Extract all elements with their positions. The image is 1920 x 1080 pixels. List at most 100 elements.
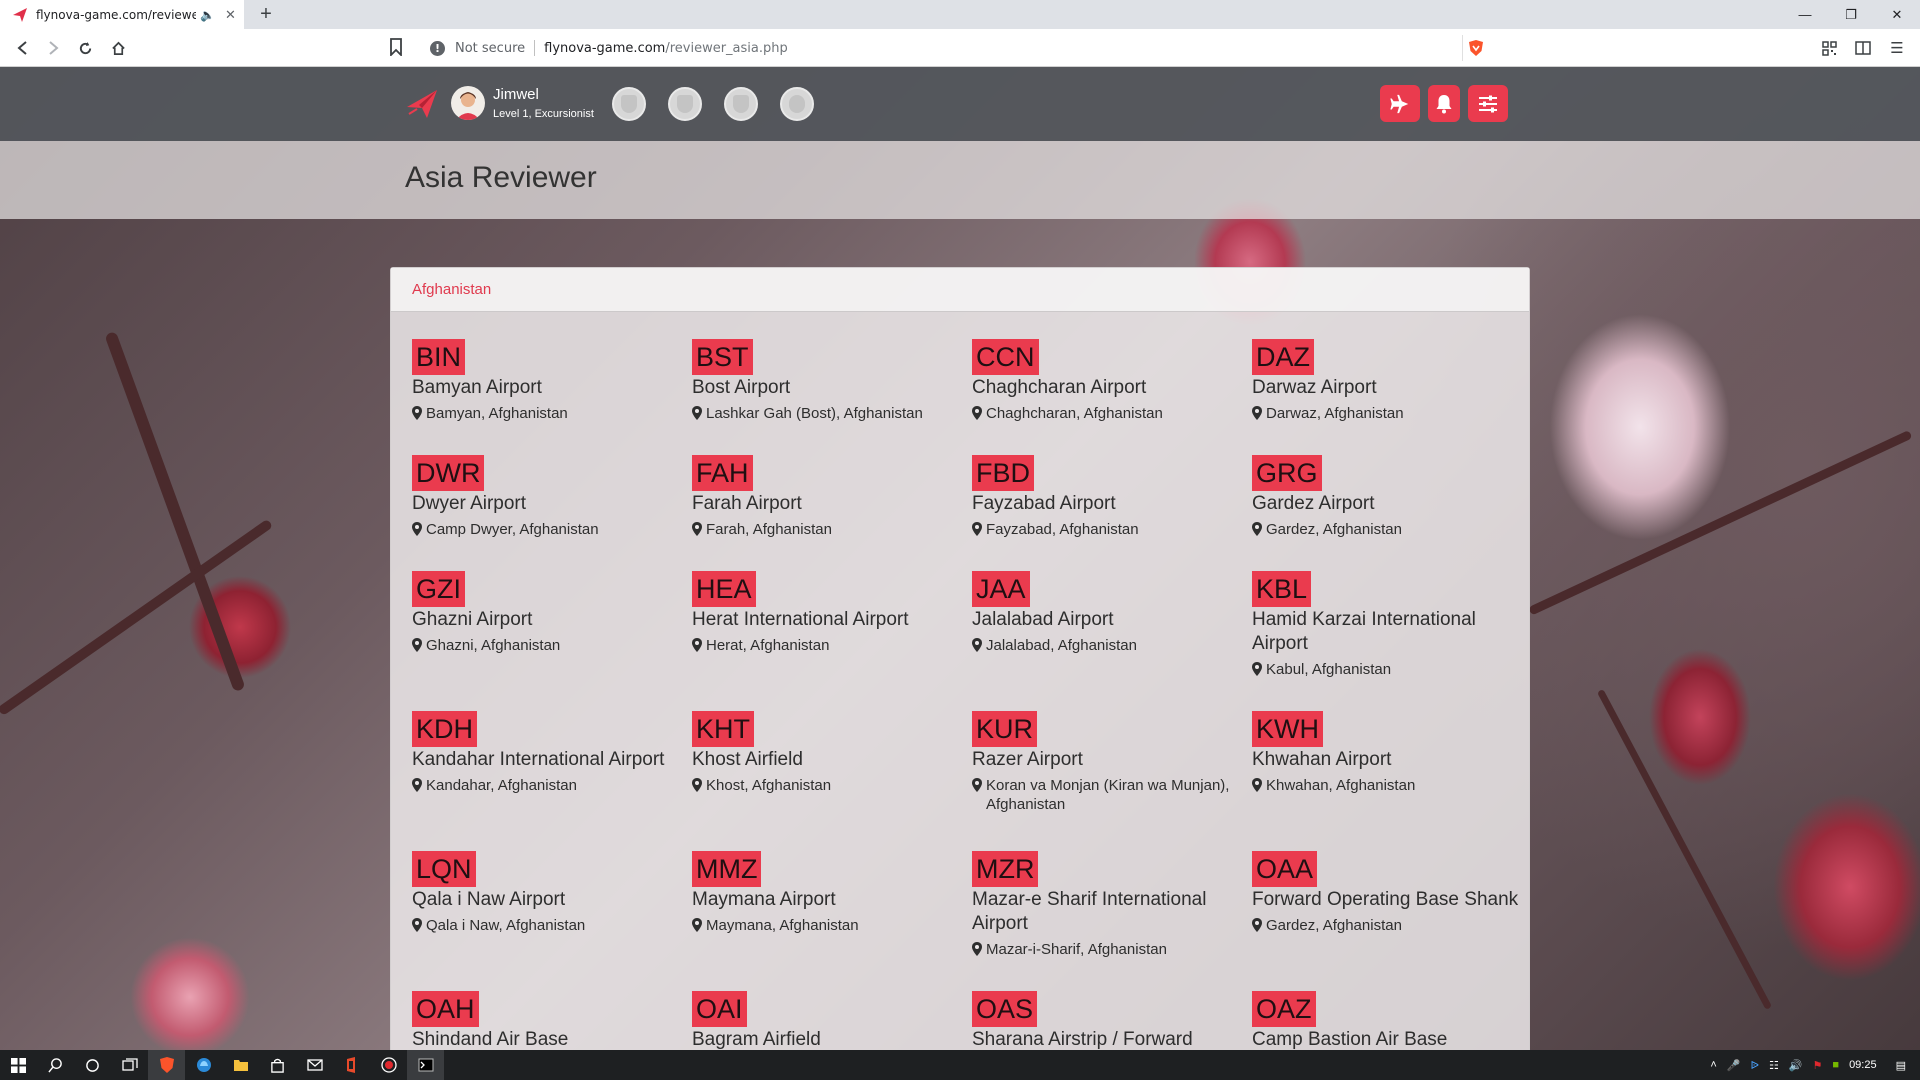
airport-code-badge[interactable]: KBL (1252, 571, 1312, 607)
flynova-logo-icon[interactable] (405, 87, 439, 121)
close-tab-icon[interactable]: ✕ (225, 7, 236, 23)
airport-code-badge[interactable]: DWR (412, 455, 485, 491)
airport-card[interactable]: MMZ Maymana Airport Maymana, Afghanistan (692, 851, 972, 991)
airport-name[interactable]: Khost Airfield (692, 748, 962, 772)
security-icon[interactable]: ⚑ (1813, 1059, 1823, 1072)
airport-code-badge[interactable]: FAH (692, 455, 753, 491)
airport-name[interactable]: Bamyan Airport (412, 376, 682, 400)
airport-code-badge[interactable]: KUR (972, 711, 1038, 747)
airport-code-badge[interactable]: BST (692, 339, 753, 375)
achievement-badge-icon[interactable] (612, 87, 646, 121)
airport-code-badge[interactable]: OAI (692, 991, 747, 1027)
airport-code-badge[interactable]: OAH (412, 991, 479, 1027)
reload-icon[interactable] (74, 37, 96, 59)
airport-name[interactable]: Fayzabad Airport (972, 492, 1242, 516)
airport-code-badge[interactable]: GRG (1252, 455, 1322, 491)
airport-code-badge[interactable]: LQN (412, 851, 476, 887)
airport-name[interactable]: Khwahan Airport (1252, 748, 1522, 772)
airport-card[interactable]: HEA Herat International Airport Herat, Afg… (692, 571, 972, 711)
user-name[interactable]: Jimwel (493, 86, 539, 103)
airport-card[interactable]: JAA Jalalabad Airport Jalalabad, Afghanist… (972, 571, 1252, 711)
airport-name[interactable]: Hamid Karzai International Airport (1252, 608, 1522, 656)
bluetooth-icon[interactable]: ᐉ (1750, 1059, 1758, 1072)
airport-name[interactable]: Jalalabad Airport (972, 608, 1242, 632)
airport-card[interactable]: OAI Bagram Airfield (692, 991, 972, 1050)
airport-name[interactable]: Dwyer Airport (412, 492, 682, 516)
airport-code-badge[interactable]: CCN (972, 339, 1039, 375)
chevron-up-icon[interactable]: ˄ (1710, 1059, 1716, 1071)
airport-name[interactable]: Bagram Airfield (692, 1028, 962, 1050)
airport-code-badge[interactable]: KDH (412, 711, 478, 747)
airport-card[interactable]: DAZ Darwaz Airport Darwaz, Afghanistan (1252, 339, 1532, 455)
airport-name[interactable]: Ghazni Airport (412, 608, 682, 632)
airport-card[interactable]: OAZ Camp Bastion Air Base (1252, 991, 1532, 1050)
edge-icon[interactable] (185, 1050, 222, 1080)
minimize-icon[interactable]: — (1782, 0, 1828, 29)
airport-card[interactable]: GZI Ghazni Airport Ghazni, Afghanistan (412, 571, 692, 711)
brave-browser-icon[interactable] (148, 1050, 185, 1080)
airport-card[interactable]: KHT Khost Airfield Khost, Afghanistan (692, 711, 972, 851)
airport-name[interactable]: Camp Bastion Air Base (1252, 1028, 1522, 1050)
airport-code-badge[interactable]: OAA (1252, 851, 1318, 887)
airport-card[interactable]: LQN Qala i Naw Airport Qala i Naw, Afghani… (412, 851, 692, 991)
search-icon[interactable] (37, 1050, 74, 1080)
airport-name[interactable]: Darwaz Airport (1252, 376, 1522, 400)
microphone-icon[interactable]: 🎤 (1727, 1059, 1741, 1072)
airport-card[interactable]: MZR Mazar-e Sharif International Airport M… (972, 851, 1252, 991)
airport-name[interactable]: Kandahar International Airport (412, 748, 682, 772)
store-icon[interactable] (259, 1050, 296, 1080)
airport-name[interactable]: Farah Airport (692, 492, 962, 516)
brave-shield-icon[interactable] (1462, 35, 1488, 61)
airport-name[interactable]: Shindand Air Base (412, 1028, 682, 1050)
airport-name[interactable]: Mazar-e Sharif International Airport (972, 888, 1242, 936)
airport-name[interactable]: Forward Operating Base Shank (1252, 888, 1522, 912)
airport-card[interactable]: DWR Dwyer Airport Camp Dwyer, Afghanistan (412, 455, 692, 571)
file-explorer-icon[interactable] (222, 1050, 259, 1080)
achievement-badge-icon[interactable] (724, 87, 758, 121)
notification-center-icon[interactable]: ▤ (1896, 1059, 1906, 1072)
windows-start-icon[interactable] (0, 1050, 37, 1080)
terminal-icon[interactable] (407, 1050, 444, 1080)
browser-tab[interactable]: flynova-game.com/reviewer_a 🔈 ✕ (0, 0, 244, 29)
volume-icon[interactable]: 🔊 (1789, 1059, 1803, 1072)
airport-card[interactable]: FBD Fayzabad Airport Fayzabad, Afghanistan (972, 455, 1252, 571)
airport-card[interactable]: GRG Gardez Airport Gardez, Afghanistan (1252, 455, 1532, 571)
airport-code-badge[interactable]: JAA (972, 571, 1030, 607)
bookmark-icon[interactable] (389, 38, 403, 58)
home-icon[interactable] (107, 37, 129, 59)
restore-icon[interactable]: ❐ (1828, 0, 1874, 29)
forward-icon[interactable] (42, 37, 64, 59)
airport-code-badge[interactable]: HEA (692, 571, 756, 607)
avatar[interactable] (451, 86, 485, 120)
thumbs-up-badge-icon[interactable] (780, 87, 814, 121)
task-view-icon[interactable] (111, 1050, 148, 1080)
mail-icon[interactable] (296, 1050, 333, 1080)
airport-code-badge[interactable]: DAZ (1252, 339, 1314, 375)
airport-card[interactable]: OAA Forward Operating Base Shank Gardez, A… (1252, 851, 1532, 991)
clock[interactable]: 09:25 (1849, 1059, 1877, 1071)
record-app-icon[interactable] (370, 1050, 407, 1080)
airport-code-badge[interactable]: KWH (1252, 711, 1323, 747)
settings-menu-button[interactable] (1468, 85, 1508, 122)
menu-icon[interactable]: ☰ (1886, 37, 1908, 59)
notifications-button[interactable] (1428, 85, 1460, 122)
airport-name[interactable]: Maymana Airport (692, 888, 962, 912)
reader-mode-icon[interactable] (1852, 37, 1874, 59)
airport-code-badge[interactable]: OAS (972, 991, 1038, 1027)
flights-button[interactable] (1380, 85, 1420, 122)
airport-name[interactable]: Qala i Naw Airport (412, 888, 682, 912)
airport-card[interactable]: KDH Kandahar International Airport Kandaha… (412, 711, 692, 851)
airport-name[interactable]: Sharana Airstrip / Forward (972, 1028, 1242, 1050)
office-icon[interactable] (333, 1050, 370, 1080)
airport-code-badge[interactable]: OAZ (1252, 991, 1316, 1027)
close-window-icon[interactable]: ✕ (1874, 0, 1920, 29)
back-icon[interactable] (12, 37, 34, 59)
airport-card[interactable]: BST Bost Airport Lashkar Gah (Bost), Afgha… (692, 339, 972, 455)
airport-card[interactable]: KWH Khwahan Airport Khwahan, Afghanistan (1252, 711, 1532, 851)
airport-name[interactable]: Herat International Airport (692, 608, 962, 632)
airport-name[interactable]: Chaghcharan Airport (972, 376, 1242, 400)
airport-card[interactable]: BIN Bamyan Airport Bamyan, Afghanistan (412, 339, 692, 455)
airport-card[interactable]: KUR Razer Airport Koran va Monjan (Kiran w… (972, 711, 1252, 851)
airport-code-badge[interactable]: KHT (692, 711, 754, 747)
airport-card[interactable]: OAH Shindand Air Base (412, 991, 692, 1050)
